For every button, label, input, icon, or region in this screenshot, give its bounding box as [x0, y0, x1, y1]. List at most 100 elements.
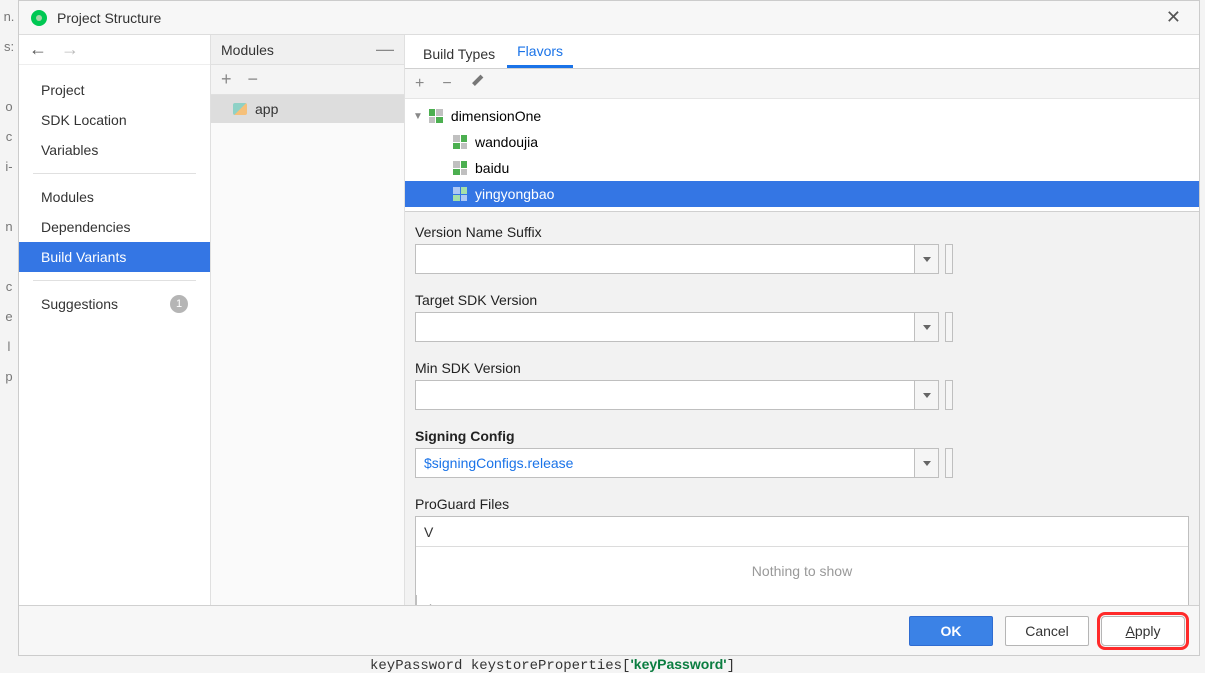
remove-module-icon[interactable]: −: [248, 69, 259, 90]
nav-modules[interactable]: Modules: [19, 182, 210, 212]
tree-label: wandoujia: [475, 134, 538, 150]
dropdown-icon[interactable]: [915, 448, 939, 478]
modules-header-label: Modules: [221, 42, 274, 58]
flavor-icon: [453, 135, 467, 149]
nav-label: Dependencies: [41, 219, 131, 235]
flavor-yingyongbao[interactable]: yingyongbao: [405, 181, 1199, 207]
minimize-icon[interactable]: —: [376, 39, 394, 60]
window-title: Project Structure: [57, 10, 161, 26]
left-nav: ← → Project SDK Location Variables Modul…: [19, 35, 211, 605]
background-editor-fragment: n.s: oci- n celp: [0, 0, 18, 392]
tree-label: dimensionOne: [451, 108, 541, 124]
cancel-button[interactable]: Cancel: [1005, 616, 1089, 646]
nav-sdk-location[interactable]: SDK Location: [19, 105, 210, 135]
nav-dependencies[interactable]: Dependencies: [19, 212, 210, 242]
tab-build-types[interactable]: Build Types: [413, 40, 505, 68]
field-target-sdk: Target SDK Version: [415, 292, 1189, 342]
combo-input[interactable]: [415, 380, 915, 410]
module-icon: [233, 103, 247, 115]
add-module-icon[interactable]: +: [221, 69, 232, 90]
modules-header: Modules —: [211, 35, 404, 65]
field-label: Target SDK Version: [415, 292, 1189, 308]
nav-project[interactable]: Project: [19, 75, 210, 105]
nav-separator: [33, 280, 196, 281]
field-label: Signing Config: [415, 428, 1189, 444]
field-proguard: ProGuard Files V Nothing to show + −: [415, 496, 1189, 605]
flavor-wandoujia[interactable]: wandoujia: [405, 129, 1199, 155]
nav-label: Variables: [41, 142, 98, 158]
combo-min-sdk: [415, 380, 1189, 410]
ok-button[interactable]: OK: [909, 616, 993, 646]
apply-button[interactable]: Apply: [1101, 616, 1185, 646]
proguard-main: V Nothing to show: [416, 517, 1188, 595]
nav-list: Project SDK Location Variables Modules D…: [19, 65, 210, 319]
proguard-input[interactable]: V: [416, 517, 1188, 547]
dialog-footer: OK Cancel Apply: [19, 605, 1199, 655]
tabs: Build Types Flavors: [405, 35, 1199, 69]
field-label: Version Name Suffix: [415, 224, 1189, 240]
history-icon[interactable]: [945, 244, 953, 274]
nav-label: Modules: [41, 189, 94, 205]
history-icon[interactable]: [945, 312, 953, 342]
forward-arrow-icon[interactable]: →: [61, 39, 79, 60]
remove-icon[interactable]: −: [442, 75, 451, 93]
combo-input[interactable]: [415, 312, 915, 342]
module-app[interactable]: app: [211, 95, 404, 123]
add-icon[interactable]: +: [415, 75, 424, 93]
flavor-form: Version Name Suffix Target SDK Version: [405, 211, 1199, 605]
suggestions-badge: 1: [170, 295, 188, 313]
combo-input[interactable]: $signingConfigs.release: [415, 448, 915, 478]
close-icon[interactable]: ✕: [1160, 7, 1187, 28]
combo-input[interactable]: [415, 244, 915, 274]
nav-label: Suggestions: [41, 296, 118, 312]
back-arrow-icon[interactable]: ←: [29, 39, 47, 60]
dialog-body: ← → Project SDK Location Variables Modul…: [19, 35, 1199, 605]
nav-history: ← →: [19, 35, 210, 65]
nav-build-variants[interactable]: Build Variants: [19, 242, 210, 272]
flavor-dimension-one[interactable]: ▼ dimensionOne: [405, 103, 1199, 129]
tab-flavors[interactable]: Flavors: [507, 37, 573, 68]
proguard-side: + −: [416, 595, 444, 605]
modules-toolbar: + −: [211, 65, 404, 95]
history-icon[interactable]: [945, 448, 953, 478]
button-label: OK: [941, 623, 962, 639]
field-min-sdk: Min SDK Version: [415, 360, 1189, 410]
nav-variables[interactable]: Variables: [19, 135, 210, 165]
history-icon[interactable]: [945, 380, 953, 410]
tab-label: Build Types: [423, 46, 495, 62]
button-label: Apply: [1125, 623, 1160, 639]
background-code-fragment: keyPassword keystoreProperties['keyPassw…: [370, 656, 735, 673]
android-studio-icon: [31, 10, 47, 26]
nav-label: Build Variants: [41, 249, 126, 265]
dropdown-icon[interactable]: [915, 244, 939, 274]
dropdown-icon[interactable]: [915, 312, 939, 342]
field-version-name-suffix: Version Name Suffix: [415, 224, 1189, 274]
tree-label: yingyongbao: [475, 186, 554, 202]
flavor-icon: [453, 161, 467, 175]
edit-icon[interactable]: [470, 74, 484, 93]
field-label: Min SDK Version: [415, 360, 1189, 376]
titlebar: Project Structure ✕: [19, 1, 1199, 35]
field-label: ProGuard Files: [415, 496, 1189, 512]
expand-icon[interactable]: ▼: [413, 111, 423, 122]
flavor-icon: [453, 187, 467, 201]
proguard-add-icon[interactable]: +: [417, 595, 444, 605]
nav-label: SDK Location: [41, 112, 127, 128]
button-label: Cancel: [1025, 623, 1069, 639]
tab-label: Flavors: [517, 43, 563, 59]
field-signing-config: Signing Config $signingConfigs.release: [415, 428, 1189, 478]
nav-label: Project: [41, 82, 85, 98]
project-structure-dialog: Project Structure ✕ ← → Project SDK Loca…: [18, 0, 1200, 656]
nav-separator: [33, 173, 196, 174]
module-label: app: [255, 101, 278, 117]
dropdown-icon[interactable]: [915, 380, 939, 410]
proguard-empty-text: Nothing to show: [416, 547, 1188, 595]
flavor-icon: [429, 109, 443, 123]
combo-version-name-suffix: [415, 244, 1189, 274]
proguard-box: V Nothing to show + −: [415, 516, 1189, 605]
nav-suggestions[interactable]: Suggestions 1: [19, 289, 210, 319]
flavor-tree: ▼ dimensionOne wandoujia baidu yingyongb…: [405, 99, 1199, 211]
combo-target-sdk: [415, 312, 1189, 342]
flavor-toolbar: + −: [405, 69, 1199, 99]
flavor-baidu[interactable]: baidu: [405, 155, 1199, 181]
